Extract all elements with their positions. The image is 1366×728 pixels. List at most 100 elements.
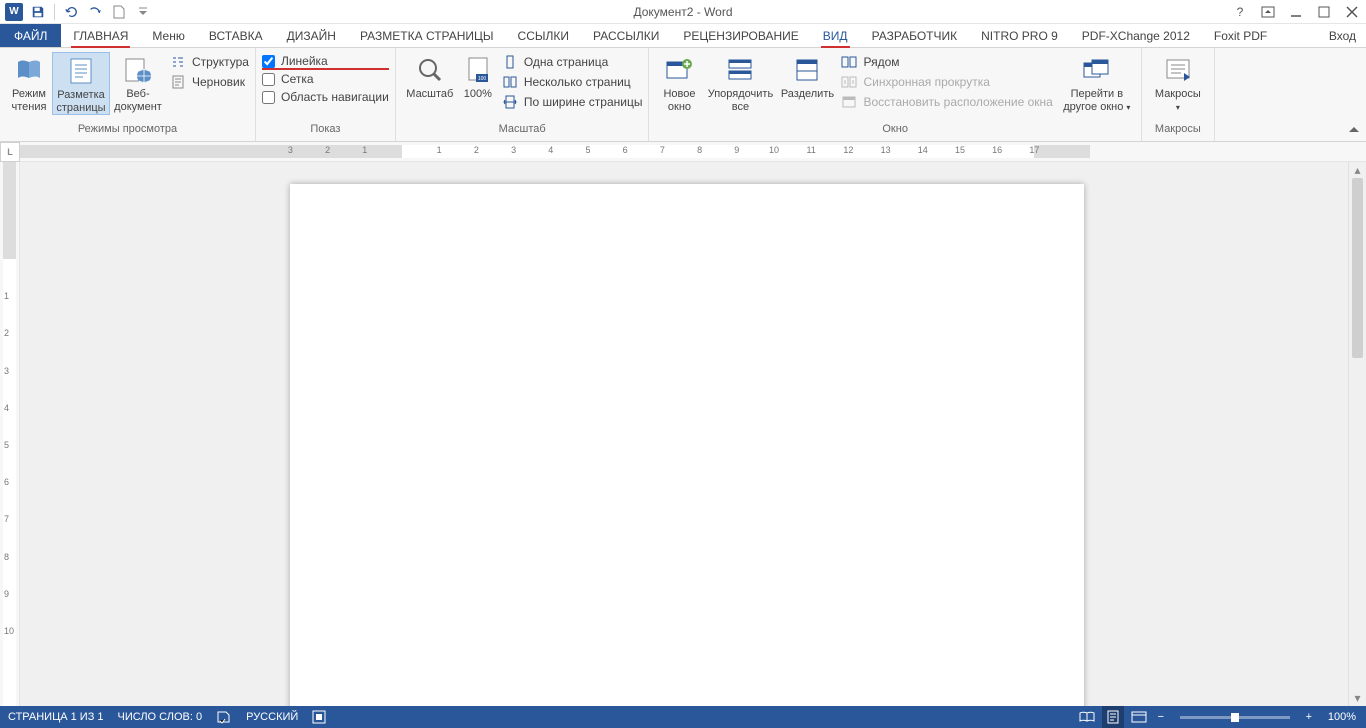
tab-foxit[interactable]: Foxit PDF <box>1202 24 1279 47</box>
ruler-tick: 16 <box>992 145 1002 155</box>
multi-page-button[interactable]: Несколько страниц <box>502 74 643 90</box>
label: Новое окно <box>655 88 703 113</box>
new-doc-icon[interactable] <box>109 2 129 22</box>
web-layout-button[interactable]: Веб-документ <box>110 52 166 113</box>
page-width-button[interactable]: По ширине страницы <box>502 94 643 110</box>
zoom-100-button[interactable]: 100 100% <box>458 52 498 101</box>
tab-pdfxchange[interactable]: PDF-XChange 2012 <box>1070 24 1202 47</box>
tab-insert[interactable]: ВСТАВКА <box>197 24 275 47</box>
ruler-tick: 1 <box>362 145 367 155</box>
tab-review[interactable]: РЕЦЕНЗИРОВАНИЕ <box>671 24 810 47</box>
tab-view[interactable]: ВИД <box>811 24 860 47</box>
undo-icon[interactable] <box>61 2 81 22</box>
page-width-icon <box>502 94 518 110</box>
status-macro-icon[interactable] <box>312 710 326 724</box>
scroll-up-icon[interactable]: ▴ <box>1349 162 1366 178</box>
separator <box>54 4 55 20</box>
ribbon-tabs: ФАЙЛ ГЛАВНАЯ Меню ВСТАВКА ДИЗАЙН РАЗМЕТК… <box>0 24 1366 48</box>
ribbon-display-icon[interactable] <box>1258 2 1278 22</box>
scroll-thumb[interactable] <box>1352 178 1363 358</box>
ruler-horizontal[interactable]: L 3211234567891011121314151617 <box>0 142 1366 162</box>
label: Сетка <box>281 72 314 86</box>
scroll-track[interactable] <box>1349 178 1366 690</box>
document-area[interactable] <box>20 162 1348 706</box>
label: Линейка <box>281 54 328 68</box>
view-readmode-icon[interactable] <box>1076 706 1098 728</box>
ruler-tick: 7 <box>660 145 665 155</box>
label: Макросы▾ <box>1155 88 1201 113</box>
maximize-icon[interactable] <box>1314 2 1334 22</box>
label: Веб-документ <box>110 88 166 113</box>
sign-in-link[interactable]: Вход <box>1329 24 1356 47</box>
sync-scroll-button: Синхронная прокрутка <box>841 74 1052 90</box>
label: Разделить <box>781 88 834 101</box>
label: Структура <box>192 55 249 69</box>
split-button[interactable]: Разделить <box>777 52 837 101</box>
quick-access-toolbar: W <box>0 0 153 23</box>
zoom-out-button[interactable]: − <box>1154 711 1168 723</box>
navpane-checkbox[interactable]: Область навигации <box>262 90 389 104</box>
status-spellcheck[interactable] <box>216 710 232 724</box>
group-views: Режим чтения Разметка страницы Веб-докум… <box>0 48 256 141</box>
redo-icon[interactable] <box>85 2 105 22</box>
gridlines-checkbox[interactable]: Сетка <box>262 72 389 86</box>
view-printlayout-icon[interactable] <box>1102 706 1124 728</box>
new-window-button[interactable]: Новое окно <box>655 52 703 113</box>
switch-window-icon <box>1081 54 1113 86</box>
collapse-ribbon-icon[interactable] <box>1346 123 1362 139</box>
draft-button[interactable]: Черновик <box>170 74 249 90</box>
tab-developer[interactable]: РАЗРАБОТЧИК <box>860 24 970 47</box>
status-page[interactable]: СТРАНИЦА 1 ИЗ 1 <box>8 711 104 723</box>
label: Черновик <box>192 75 245 89</box>
tab-references[interactable]: ССЫЛКИ <box>506 24 581 47</box>
globe-page-icon <box>122 54 154 86</box>
zoom-value[interactable]: 100% <box>1328 711 1356 723</box>
macros-icon <box>1162 54 1194 86</box>
ruler-tick: 7 <box>4 514 9 524</box>
switch-window-button[interactable]: Перейти в другое окно ▾ <box>1059 52 1135 113</box>
ruler-tick: 3 <box>511 145 516 155</box>
read-mode-button[interactable]: Режим чтения <box>6 52 52 113</box>
ruler-tick: 9 <box>4 589 9 599</box>
ruler-vertical[interactable]: 12345678910 <box>0 162 20 706</box>
ruler-tick: 4 <box>548 145 553 155</box>
zoom-slider[interactable] <box>1180 716 1290 719</box>
tab-file[interactable]: ФАЙЛ <box>0 24 61 47</box>
side-by-side-button[interactable]: Рядом <box>841 54 1052 70</box>
macros-button[interactable]: Макросы▾ <box>1148 52 1208 113</box>
tab-design[interactable]: ДИЗАЙН <box>275 24 348 47</box>
status-word-count[interactable]: ЧИСЛО СЛОВ: 0 <box>118 711 203 723</box>
ruler-tick: 6 <box>4 477 9 487</box>
scroll-down-icon[interactable]: ▾ <box>1349 690 1366 706</box>
close-icon[interactable] <box>1342 2 1362 22</box>
minimize-icon[interactable] <box>1286 2 1306 22</box>
ruler-tick: 3 <box>4 366 9 376</box>
tab-selector[interactable]: L <box>0 142 20 162</box>
zoom-in-button[interactable]: + <box>1302 711 1316 723</box>
one-page-button[interactable]: Одна страница <box>502 54 643 70</box>
help-icon[interactable]: ? <box>1230 2 1250 22</box>
vertical-scrollbar[interactable]: ▴ ▾ <box>1348 162 1366 706</box>
status-language[interactable]: РУССКИЙ <box>246 711 298 723</box>
outline-button[interactable]: Структура <box>170 54 249 70</box>
print-layout-button[interactable]: Разметка страницы <box>52 52 110 115</box>
qat-customize-icon[interactable] <box>133 2 153 22</box>
app-word-icon[interactable]: W <box>4 2 24 22</box>
tab-home[interactable]: ГЛАВНАЯ <box>61 24 140 47</box>
zoom-button[interactable]: Масштаб <box>402 52 458 101</box>
ruler-checkbox[interactable]: Линейка <box>262 54 389 68</box>
tab-page-layout[interactable]: РАЗМЕТКА СТРАНИЦЫ <box>348 24 506 47</box>
ruler-tick: 10 <box>4 626 14 636</box>
zoom-knob[interactable] <box>1231 713 1239 722</box>
workspace: 12345678910 ▴ ▾ <box>0 162 1366 706</box>
tab-nitro[interactable]: NITRO PRO 9 <box>969 24 1070 47</box>
view-weblayout-icon[interactable] <box>1128 706 1150 728</box>
tab-menu[interactable]: Меню <box>140 24 196 47</box>
page[interactable] <box>290 184 1084 706</box>
page-icon <box>65 55 97 87</box>
arrange-all-button[interactable]: Упорядочить все <box>703 52 777 113</box>
tab-mailings[interactable]: РАССЫЛКИ <box>581 24 671 47</box>
ruler-tick: 4 <box>4 403 9 413</box>
ruler-tick: 15 <box>955 145 965 155</box>
save-icon[interactable] <box>28 2 48 22</box>
